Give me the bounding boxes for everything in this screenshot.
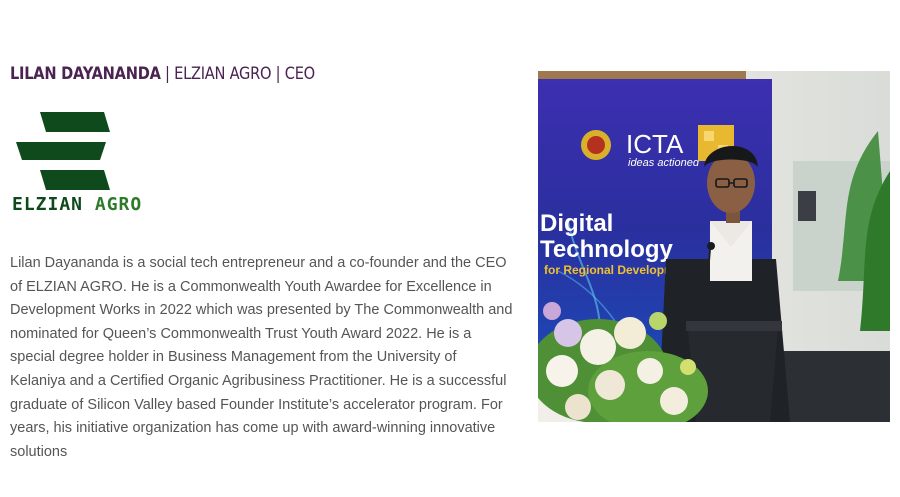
- banner-brand: ICTA: [626, 129, 684, 159]
- banner-line-3: for Regional Developm: [544, 263, 675, 277]
- bio-paragraph: Lilan Dayananda is a social tech entrepr…: [10, 255, 513, 460]
- elzian-agro-logo: ELZIAN AGRO: [12, 110, 141, 216]
- photo-illustration: ICTA ideas actioned Digital Technology f…: [538, 71, 890, 422]
- banner-line-2: Technology: [540, 236, 674, 263]
- profile-heading: LILAN DAYANANDA | ELZIAN AGRO | CEO: [10, 62, 315, 86]
- person-name: LILAN DAYANANDA: [10, 64, 161, 84]
- logo-word-1: ELZIAN: [12, 194, 84, 215]
- ceo-photo: ICTA ideas actioned Digital Technology f…: [538, 71, 890, 422]
- separator: |: [271, 64, 285, 84]
- company-name: ELZIAN AGRO: [174, 64, 272, 84]
- logo-word-2: AGRO: [94, 194, 143, 215]
- separator: |: [160, 64, 175, 84]
- role-title: CEO: [284, 64, 315, 84]
- logo-mark-icon: [16, 112, 110, 190]
- banner-tagline: ideas actioned: [628, 157, 700, 169]
- logo-wordmark: ELZIAN AGRO: [12, 194, 142, 215]
- banner-line-1: Digital: [540, 210, 613, 237]
